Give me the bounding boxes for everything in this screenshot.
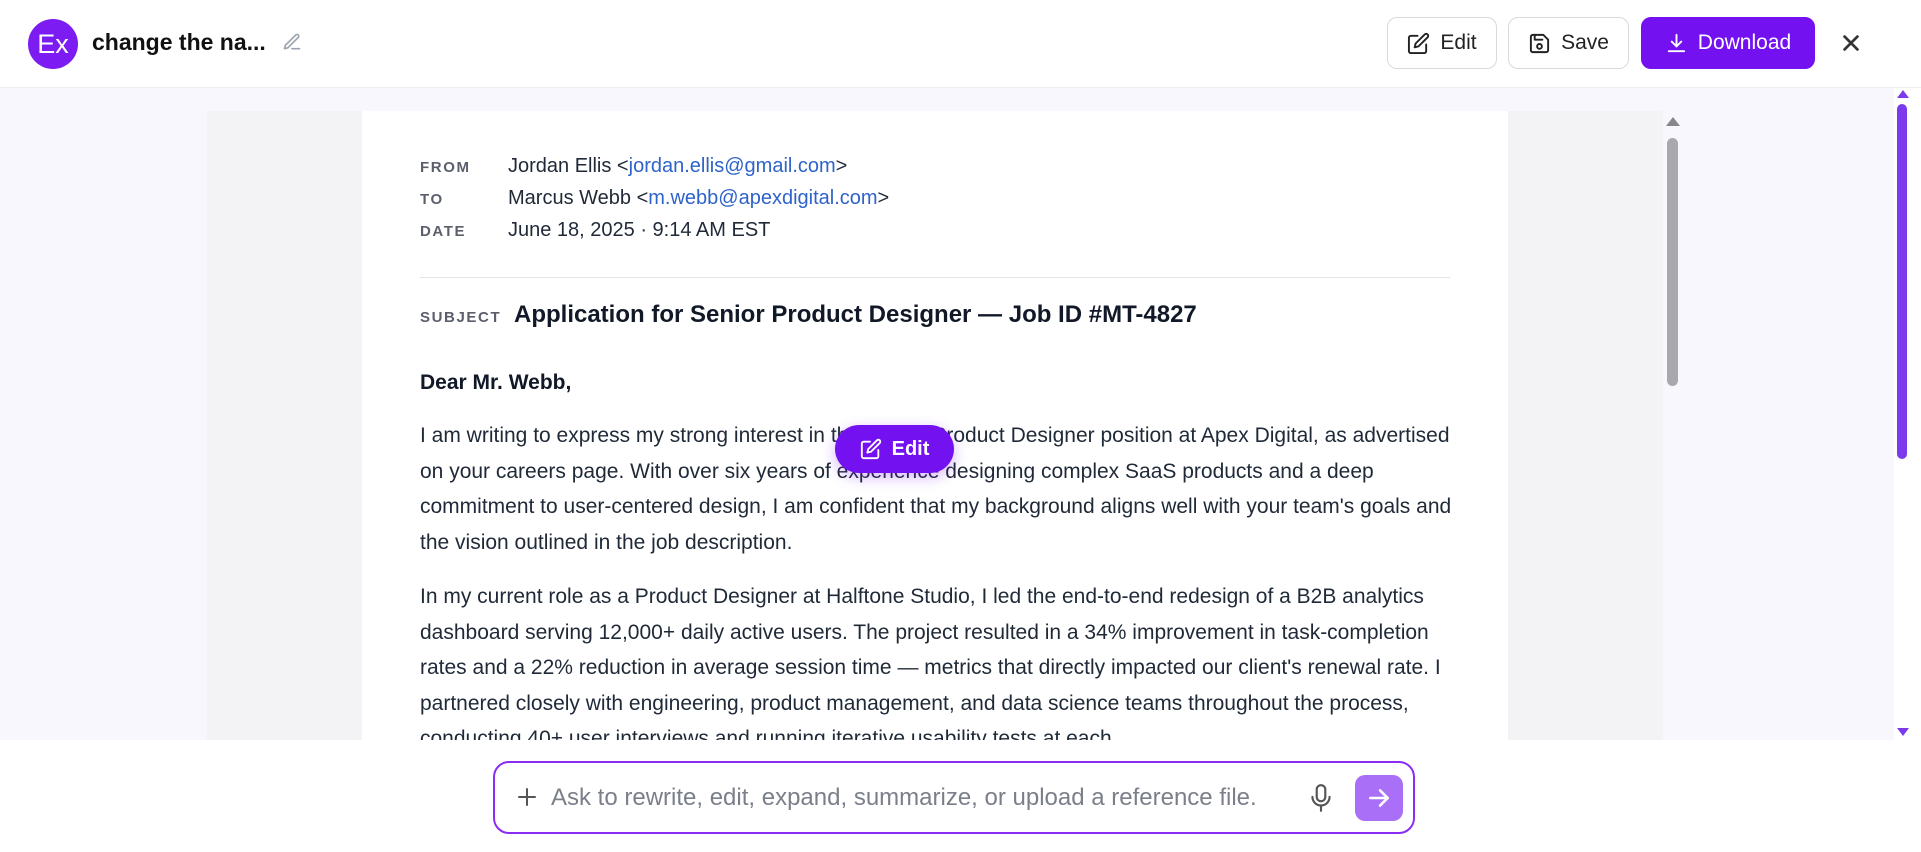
- to-email-link[interactable]: m.webb@apexdigital.com: [648, 187, 877, 209]
- document-title: change the na...: [92, 29, 266, 55]
- body-paragraph-2: In my current role as a Product Designer…: [420, 585, 1441, 740]
- header-divider: [420, 277, 1450, 278]
- from-email-link[interactable]: jordan.ellis@gmail.com: [629, 155, 836, 177]
- greeting: Dear Mr. Webb,: [420, 371, 572, 394]
- plus-icon[interactable]: [515, 785, 539, 809]
- subject-label: SUBJECT: [420, 309, 502, 326]
- to-label: TO: [420, 191, 444, 208]
- download-icon: [1667, 33, 1685, 52]
- edit-icon: [860, 438, 881, 460]
- date-row: DATE June 18, 2025 · 9:14 AM EST: [420, 219, 1450, 242]
- download-button[interactable]: Download: [1641, 17, 1815, 69]
- close-button[interactable]: [1836, 28, 1866, 58]
- save-button-label: Save: [1561, 31, 1609, 54]
- document-canvas: FROM Jordan Ellis <jordan.ellis@gmail.co…: [0, 88, 1894, 740]
- download-button-label: Download: [1697, 31, 1792, 54]
- edit-button-label: Edit: [1440, 31, 1477, 54]
- floating-edit-label: Edit: [891, 437, 930, 460]
- close-icon: [1843, 35, 1859, 51]
- microphone-icon[interactable]: [1308, 783, 1334, 813]
- to-value: Marcus Webb <m.webb@apexdigital.com>: [508, 187, 890, 209]
- chat-input[interactable]: [551, 779, 1291, 817]
- inner-scrollbar-thumb[interactable]: [1667, 138, 1678, 386]
- outer-scrollbar-thumb[interactable]: [1897, 104, 1907, 459]
- outer-scroll-down-arrow[interactable]: [1897, 728, 1909, 736]
- from-row: FROM Jordan Ellis <jordan.ellis@gmail.co…: [420, 155, 1450, 178]
- to-row: TO Marcus Webb <m.webb@apexdigital.com>: [420, 187, 1450, 210]
- save-icon: [1529, 33, 1550, 53]
- date-label: DATE: [420, 223, 467, 240]
- save-button[interactable]: Save: [1508, 17, 1629, 69]
- top-bar: Ex change the na... Edit Save Download: [0, 0, 1921, 88]
- chat-box: [493, 761, 1415, 834]
- outer-scroll-up-arrow[interactable]: [1897, 90, 1909, 98]
- edit-icon: [1408, 32, 1430, 54]
- subject-line: Application for Senior Product Designer …: [514, 301, 1197, 328]
- from-value: Jordan Ellis <jordan.ellis@gmail.com>: [508, 155, 848, 177]
- avatar[interactable]: Ex: [28, 19, 78, 69]
- pencil-icon[interactable]: [282, 32, 302, 52]
- send-button[interactable]: [1355, 775, 1403, 821]
- edit-button[interactable]: Edit: [1387, 17, 1497, 69]
- date-value: June 18, 2025 · 9:14 AM EST: [508, 219, 771, 241]
- from-label: FROM: [420, 159, 471, 176]
- arrow-right-icon: [1369, 789, 1389, 807]
- inner-scroll-up-arrow[interactable]: [1666, 117, 1680, 126]
- floating-edit-button[interactable]: Edit: [835, 425, 954, 473]
